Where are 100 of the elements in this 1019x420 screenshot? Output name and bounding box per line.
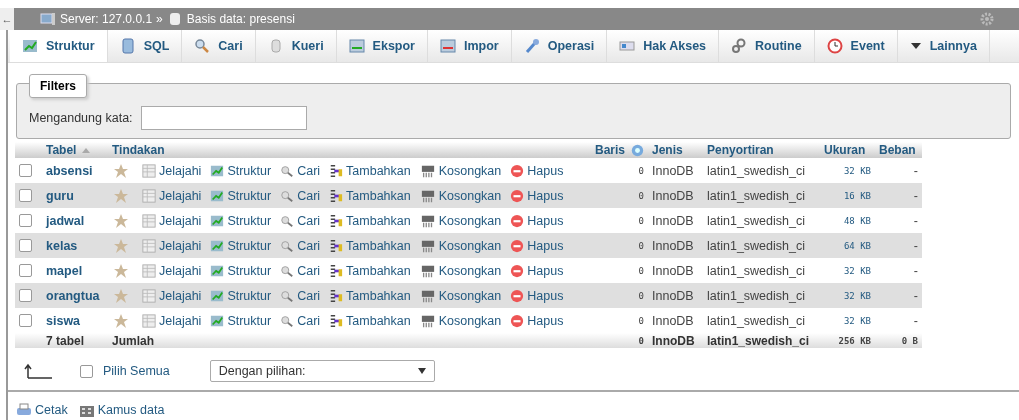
action-link[interactable]: Cari <box>280 313 321 328</box>
tab[interactable]: Cari <box>182 30 256 62</box>
table-name-link[interactable]: kelas <box>46 238 78 253</box>
action-link[interactable]: Struktur <box>210 238 272 253</box>
action-link[interactable]: Cari <box>280 263 321 278</box>
action-link[interactable]: Tambahkan <box>329 313 411 328</box>
action-link[interactable]: Hapus <box>510 188 564 203</box>
action-link[interactable]: Struktur <box>210 163 272 178</box>
action-link[interactable]: Hapus <box>510 263 564 278</box>
action-link[interactable]: Hapus <box>510 213 564 228</box>
tab[interactable]: Operasi <box>511 30 608 62</box>
action-link[interactable]: Hapus <box>510 313 564 328</box>
size-link[interactable]: 48 KB <box>843 215 871 226</box>
select-all-checkbox[interactable] <box>80 364 93 378</box>
action-link[interactable]: Jelajahi <box>142 163 202 178</box>
action-link[interactable]: Tambahkan <box>329 163 411 178</box>
action-link[interactable]: Struktur <box>210 213 272 228</box>
action-link[interactable]: Kosongkan <box>419 313 502 328</box>
action-link[interactable]: Kosongkan <box>419 188 502 203</box>
bulk-action-select[interactable]: Dengan pilihan: <box>209 360 435 382</box>
action-link[interactable]: Hapus <box>510 163 564 178</box>
total-cell: 256 KB <box>838 335 871 346</box>
action-link[interactable]: Kosongkan <box>419 213 502 228</box>
table-chart-icon <box>210 163 225 178</box>
shredder-icon <box>419 288 436 303</box>
database-link[interactable]: Basis data: presensi <box>186 12 295 26</box>
action-link[interactable]: Jelajahi <box>142 288 202 303</box>
row-checkbox[interactable] <box>19 264 32 277</box>
tab[interactable]: Ekspor <box>336 30 428 62</box>
action-link[interactable]: Tambahkan <box>329 288 411 303</box>
table-name-link[interactable]: absensi <box>46 163 93 178</box>
action-link[interactable]: Kosongkan <box>419 263 502 278</box>
table-name-link[interactable]: orangtua <box>46 288 100 303</box>
row-checkbox[interactable] <box>19 164 32 177</box>
filter-label: Mengandung kata: <box>29 111 133 125</box>
tab[interactable]: Event <box>814 30 898 62</box>
action-link[interactable]: Jelajahi <box>142 213 202 228</box>
action-link[interactable]: Tambahkan <box>329 213 411 228</box>
tab[interactable]: Struktur <box>10 30 108 62</box>
action-link[interactable]: Cari <box>280 163 321 178</box>
table-cell: 0 <box>588 233 648 258</box>
search-icon <box>280 263 295 278</box>
action-link[interactable]: Tambahkan <box>329 238 411 253</box>
delete-icon <box>510 213 525 228</box>
action-link[interactable]: Cari <box>280 288 321 303</box>
insert-row-icon <box>329 313 344 328</box>
print-link[interactable]: Cetak <box>16 402 68 418</box>
action-link[interactable]: Kosongkan <box>419 288 502 303</box>
action-link[interactable]: Tambahkan <box>329 263 411 278</box>
size-link[interactable]: 64 KB <box>843 240 871 251</box>
filter-input[interactable] <box>140 106 307 130</box>
row-checkbox[interactable] <box>19 314 32 327</box>
action-link[interactable]: Hapus <box>510 238 564 253</box>
action-link[interactable]: Jelajahi <box>142 188 202 203</box>
size-link[interactable]: 32 KB <box>843 265 871 276</box>
select-all-label[interactable]: Pilih Semua <box>103 364 170 378</box>
table-cell: InnoDB <box>648 233 703 258</box>
action-link[interactable]: Jelajahi <box>142 263 202 278</box>
table-name-link[interactable]: jadwal <box>46 213 85 228</box>
total-cell: 0 <box>638 335 644 346</box>
tab[interactable]: Kueri <box>255 30 337 62</box>
filters-legend: Filters <box>29 74 87 98</box>
action-link[interactable]: Cari <box>280 213 321 228</box>
action-link[interactable]: Kosongkan <box>419 163 502 178</box>
tab[interactable]: Impor <box>428 30 512 62</box>
tab[interactable]: SQL <box>107 30 183 62</box>
table-icon <box>142 288 156 303</box>
data-dictionary-link[interactable]: Kamus data <box>78 402 165 418</box>
row-checkbox[interactable] <box>19 189 32 202</box>
size-link[interactable]: 16 KB <box>843 190 871 201</box>
table-chart-icon <box>210 213 225 228</box>
row-checkbox[interactable] <box>19 289 32 302</box>
row-checkbox[interactable] <box>19 239 32 252</box>
table-name-link[interactable]: guru <box>46 188 74 203</box>
action-link[interactable]: Struktur <box>210 313 272 328</box>
action-link[interactable]: Kosongkan <box>419 238 502 253</box>
action-link[interactable]: Tambahkan <box>329 188 411 203</box>
size-link[interactable]: 32 KB <box>843 290 871 301</box>
size-link[interactable]: 32 KB <box>843 315 871 326</box>
action-link[interactable]: Jelajahi <box>142 238 202 253</box>
action-link[interactable]: Jelajahi <box>142 313 202 328</box>
table-name-link[interactable]: siswa <box>46 313 81 328</box>
back-button[interactable]: ← <box>0 8 14 30</box>
size-link[interactable]: 32 KB <box>843 165 871 176</box>
wrench-icon <box>523 38 540 54</box>
action-link[interactable]: Cari <box>280 188 321 203</box>
action-link[interactable]: Cari <box>280 238 321 253</box>
id-card-icon <box>619 38 636 54</box>
tab[interactable]: Routine <box>719 30 815 62</box>
table-cell: latin1_swedish_ci <box>703 283 820 308</box>
row-checkbox[interactable] <box>19 214 32 227</box>
tab[interactable]: Lainnya <box>897 30 990 62</box>
table-name-link[interactable]: mapel <box>46 263 83 278</box>
server-link[interactable]: Server: 127.0.0.1 <box>60 12 153 26</box>
action-link[interactable]: Struktur <box>210 288 272 303</box>
action-link[interactable]: Struktur <box>210 263 272 278</box>
action-link[interactable]: Hapus <box>510 288 564 303</box>
search-icon <box>280 188 295 203</box>
action-link[interactable]: Struktur <box>210 188 272 203</box>
tab[interactable]: Hak Akses <box>607 30 720 62</box>
